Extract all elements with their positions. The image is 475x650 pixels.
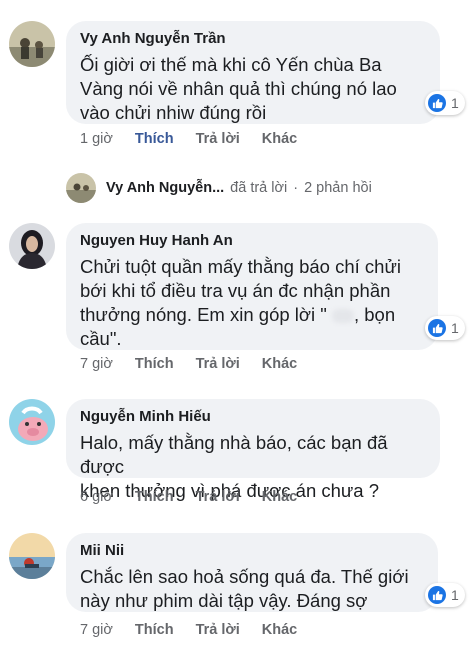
comment-bubble: Nguyen Huy Hanh An Chửi tuột quần mấy th… — [66, 223, 438, 350]
timestamp[interactable]: 1 giờ — [80, 131, 113, 147]
comment-line: cầu". — [80, 328, 122, 349]
more-button[interactable]: Khác — [262, 489, 297, 505]
comment-actions: 6 giờ Thích Trả lời Khác — [80, 489, 319, 505]
comment-actions: 1 giờ Thích Trả lời Khác — [80, 131, 319, 147]
avatar[interactable] — [9, 533, 55, 579]
thumbs-up-icon — [428, 586, 446, 604]
avatar-photo — [9, 21, 55, 67]
reaction-count: 1 — [451, 95, 459, 111]
comment-line: Halo, mấy thằng nhà báo, các bạn đã được — [80, 432, 388, 477]
like-button[interactable]: Thích — [135, 356, 174, 372]
comment-line-text: thưởng nóng. Em xin góp lời " — [80, 304, 327, 325]
thumbs-up-icon — [428, 319, 446, 337]
comment-text: Chửi tuột quần mấy thằng báo chí chửi bớ… — [80, 255, 424, 351]
more-button[interactable]: Khác — [262, 622, 297, 638]
separator: · — [293, 180, 299, 196]
comment-line: Chửi tuột quần mấy thằng báo chí chửi — [80, 256, 401, 277]
reply-button[interactable]: Trả lời — [196, 131, 240, 147]
comment-bubble: Nguyễn Minh Hiếu Halo, mấy thằng nhà báo… — [66, 399, 440, 501]
avatar[interactable] — [9, 21, 55, 67]
timestamp[interactable]: 6 giờ — [80, 489, 113, 505]
avatar-photo — [9, 223, 55, 269]
reply-action: đã trả lời — [230, 180, 288, 196]
reply-count: 2 phản hồi — [304, 180, 372, 196]
comment-text: Ối giời ơi thế mà khi cô Yến chùa Ba Vàn… — [80, 53, 426, 125]
comment-bubble: Vy Anh Nguyễn Trần Ối giời ơi thế mà khi… — [66, 21, 440, 124]
more-button[interactable]: Khác — [262, 131, 297, 147]
reply-button[interactable]: Trả lời — [196, 356, 240, 372]
comment-author[interactable]: Mii Nii — [80, 541, 424, 561]
reply-avatar — [66, 173, 96, 203]
avatar[interactable] — [9, 399, 55, 445]
avatar[interactable] — [9, 223, 55, 269]
timestamp[interactable]: 7 giờ — [80, 622, 113, 638]
avatar-photo — [9, 533, 55, 579]
comment-author[interactable]: Nguyễn Minh Hiếu — [80, 407, 426, 427]
comment-line: Ối giời ơi thế mà khi cô Yến chùa Ba — [80, 54, 382, 75]
reply-button[interactable]: Trả lời — [196, 622, 240, 638]
reaction-count: 1 — [451, 587, 459, 603]
like-button[interactable]: Thích — [135, 131, 174, 147]
replies-link[interactable]: Vy Anh Nguyễn... đã trả lời · 2 phản hồi — [66, 173, 372, 203]
comment-author[interactable]: Nguyen Huy Hanh An — [80, 231, 424, 251]
comment-line: Chắc lên sao hoả sống quá đa. Thế giới — [80, 566, 409, 587]
reaction-badge[interactable]: 1 — [425, 316, 465, 340]
like-button[interactable]: Thích — [135, 489, 174, 505]
comment-text: Chắc lên sao hoả sống quá đa. Thế giới n… — [80, 565, 424, 613]
reaction-badge[interactable]: 1 — [425, 583, 465, 607]
reply-author: Vy Anh Nguyễn... — [106, 180, 225, 196]
reaction-badge[interactable]: 1 — [425, 91, 465, 115]
reaction-count: 1 — [451, 320, 459, 336]
timestamp[interactable]: 7 giờ — [80, 356, 113, 372]
comment-actions: 7 giờ Thích Trả lời Khác — [80, 622, 319, 638]
comment-line-tail: , bọn — [353, 304, 396, 325]
comment-bubble: Mii Nii Chắc lên sao hoả sống quá đa. Th… — [66, 533, 438, 612]
comment-actions: 7 giờ Thích Trả lời Khác — [80, 356, 319, 372]
comment-line: này như phim dài tập vậy. Đáng sợ — [80, 590, 368, 611]
thumbs-up-icon — [428, 94, 446, 112]
avatar-photo — [9, 399, 55, 445]
comment-line: vào chửi nhiw đúng rồi — [80, 102, 267, 123]
more-button[interactable]: Khác — [262, 356, 297, 372]
like-button[interactable]: Thích — [135, 622, 174, 638]
comment-line: Vàng nói về nhân quả thì chúng nó lao — [80, 78, 397, 99]
comment-line: bới khi tổ điều tra vụ án đc nhận phần — [80, 280, 391, 301]
comment-line: thưởng nóng. Em xin góp lời " , bọn — [80, 303, 424, 327]
blurred-word — [331, 309, 354, 324]
avatar-photo — [66, 173, 96, 203]
reply-button[interactable]: Trả lời — [196, 489, 240, 505]
comment-author[interactable]: Vy Anh Nguyễn Trần — [80, 29, 426, 49]
